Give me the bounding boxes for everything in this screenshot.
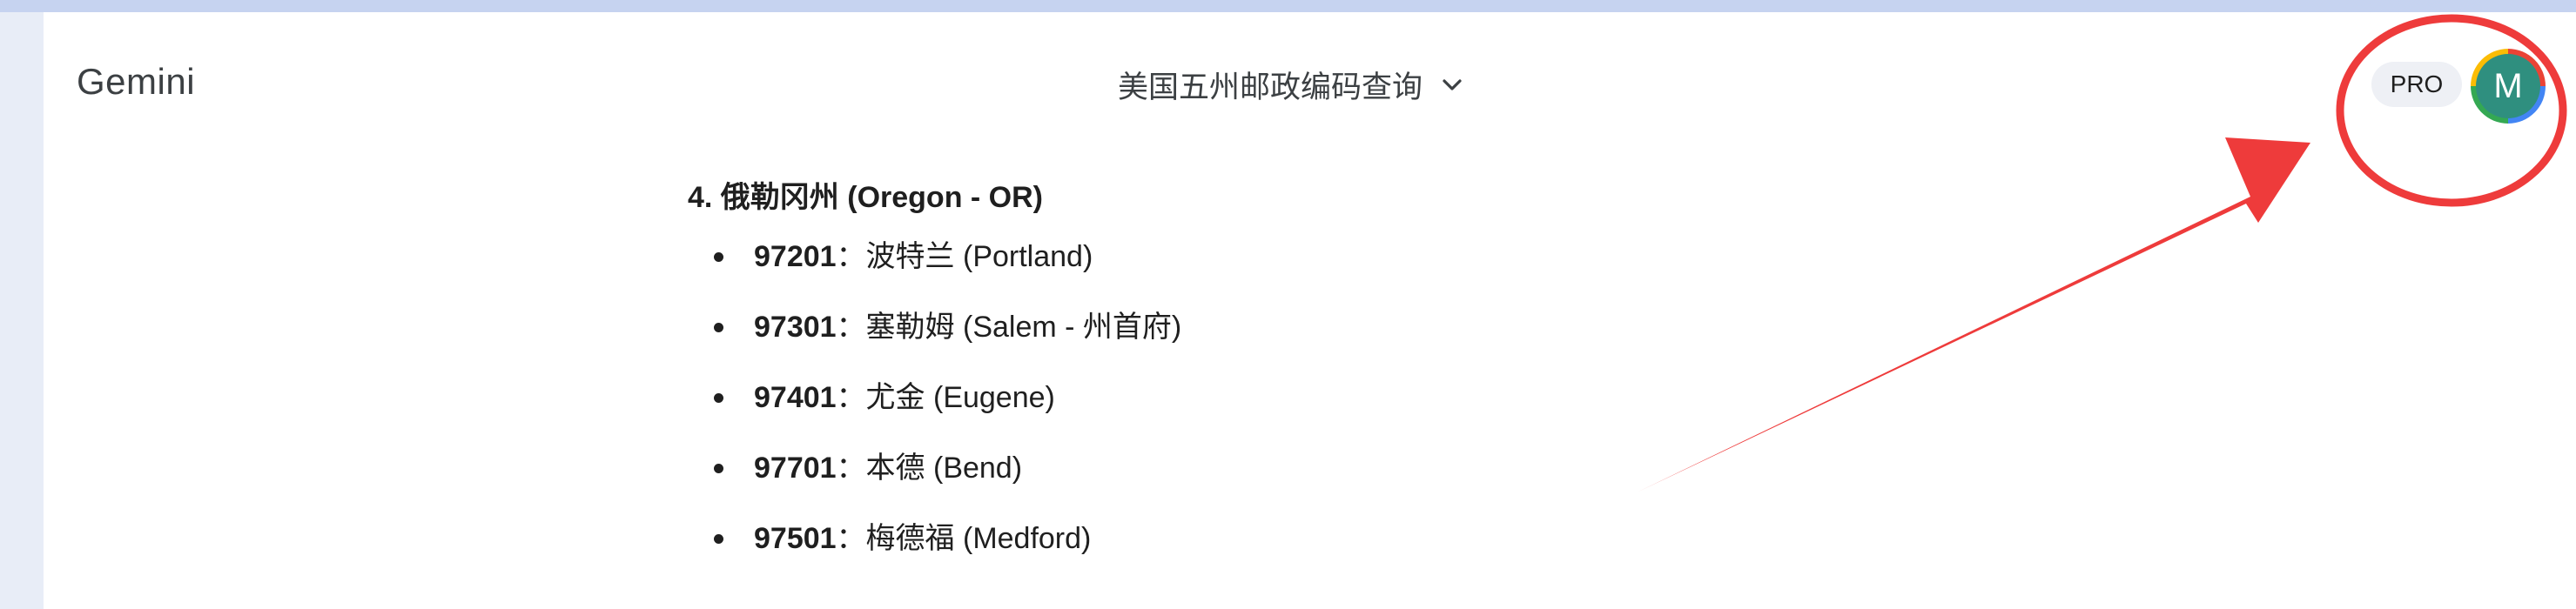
chevron-down-icon <box>1442 78 1463 92</box>
bullet-icon <box>714 464 723 473</box>
bullet-icon <box>714 393 723 403</box>
account-avatar-button[interactable]: M <box>2471 49 2546 124</box>
zip-code: 97201 <box>754 240 837 273</box>
list-item: 97201：波特兰 (Portland) <box>688 235 2081 305</box>
list-item: 97301：塞勒姆 (Salem - 州首府) <box>688 305 2081 376</box>
city-name: 尤金 (Eugene) <box>865 381 1055 414</box>
response-content: 4. 俄勒冈州 (Oregon - OR) 97201：波特兰 (Portlan… <box>688 176 2081 587</box>
bullet-icon <box>714 252 723 262</box>
list-item: 97401：尤金 (Eugene) <box>688 376 2081 446</box>
separator: ： <box>836 311 866 344</box>
separator: ： <box>836 381 866 414</box>
list-item: 97501：梅德福 (Medford) <box>688 517 2081 587</box>
bullet-icon <box>714 534 723 544</box>
zip-code: 97301 <box>754 311 837 344</box>
zip-code: 97401 <box>754 381 837 414</box>
separator: ： <box>836 522 866 555</box>
zip-code: 97701 <box>754 452 837 485</box>
bullet-icon <box>714 323 723 332</box>
list-item: 97701：本德 (Bend) <box>688 446 2081 517</box>
conversation-title-dropdown[interactable]: 美国五州邮政编码查询 <box>1118 63 1463 107</box>
city-name: 波特兰 (Portland) <box>865 240 1093 273</box>
section-heading: 4. 俄勒冈州 (Oregon - OR) <box>688 181 1043 214</box>
zip-code-list: 97201：波特兰 (Portland) 97301：塞勒姆 (Salem - … <box>688 235 2081 587</box>
conversation-title: 美国五州邮政编码查询 <box>1118 70 1423 104</box>
city-name: 梅德福 (Medford) <box>865 522 1092 555</box>
top-stripe <box>0 0 2576 12</box>
app-title[interactable]: Gemini <box>77 61 195 103</box>
pro-badge[interactable]: PRO <box>2371 62 2462 107</box>
separator: ： <box>836 452 866 485</box>
separator: ： <box>836 240 866 273</box>
avatar: M <box>2476 54 2540 118</box>
city-name: 塞勒姆 (Salem - 州首府) <box>865 311 1182 344</box>
zip-code: 97501 <box>754 522 837 555</box>
city-name: 本德 (Bend) <box>865 452 1023 485</box>
